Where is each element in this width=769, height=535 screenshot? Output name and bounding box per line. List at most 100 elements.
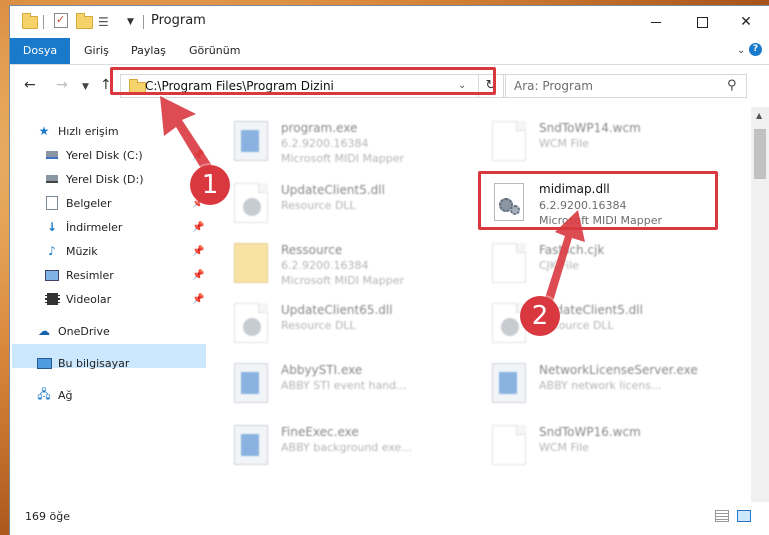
tab-view[interactable]: Görünüm [189, 38, 240, 64]
nav-label: Videolar [66, 292, 112, 306]
file-meta: 6.2.9200.16384 [281, 259, 369, 272]
file-highlight [478, 171, 718, 230]
file-item[interactable]: NetworkLicenseServer.exe ABBY network li… [484, 357, 714, 411]
close-button[interactable]: ✕ [723, 6, 769, 38]
customize-toolbar-icon[interactable]: ▼ [127, 13, 134, 31]
file-name: Fastsch.cjk [539, 243, 605, 257]
nav-label: İndirmeler [66, 220, 123, 234]
nav-downloads[interactable]: ↓ İndirmeler 📌 [44, 216, 204, 238]
file-list: program.exe 6.2.9200.16384 Microsoft MID… [226, 107, 738, 502]
help-icon[interactable]: ? [749, 43, 762, 56]
file-name: Ressource [281, 243, 343, 257]
exe-icon [234, 363, 268, 403]
file-item[interactable]: program.exe 6.2.9200.16384 Microsoft MID… [226, 115, 456, 169]
file-item[interactable]: SndToWP16.wcm WCM File [484, 419, 714, 473]
file-name: FineExec.exe [281, 425, 359, 439]
drive-icon [44, 148, 60, 162]
nav-documents[interactable]: Belgeler 📌 [44, 192, 204, 214]
pin-icon[interactable]: 📌 [192, 294, 204, 305]
folder-icon [22, 12, 38, 31]
divider [43, 15, 44, 29]
nav-onedrive[interactable]: ☁ OneDrive [36, 320, 110, 342]
pin-icon[interactable]: 📌 [192, 222, 204, 233]
music-icon: ♪ [48, 244, 56, 258]
nav-network[interactable]: 🖧 Ağ [36, 384, 72, 406]
dll-icon [234, 303, 268, 343]
documents-icon [44, 196, 60, 210]
search-box[interactable]: Ara: Program ⚲ [503, 74, 747, 98]
expand-ribbon-icon[interactable]: ⌄ [737, 45, 745, 56]
callout-badge-2: 2 [520, 296, 560, 336]
ribbon-tabs: Dosya Giriş Paylaş Görünüm ⌄ ? [10, 38, 769, 65]
file-meta: ABBY background exe... [281, 441, 412, 454]
file-item[interactable]: UpdateClient65.dll Resource DLL [226, 297, 456, 351]
computer-icon [36, 356, 52, 370]
window-title: Program [151, 13, 206, 28]
forward-arrow-icon[interactable]: → [56, 77, 68, 93]
nav-label: Yerel Disk (D:) [66, 172, 144, 186]
file-meta: ABBY STI event hand... [281, 379, 407, 392]
file-item[interactable]: AbbyySTI.exe ABBY STI event hand... [226, 357, 456, 411]
file-item[interactable]: UpdateClient5.dll Resource DLL [226, 177, 456, 231]
nav-drive-d[interactable]: Yerel Disk (D:) [44, 168, 144, 190]
exe-icon [234, 121, 268, 161]
tab-file[interactable]: Dosya [10, 38, 70, 64]
file-name: AbbyySTI.exe [281, 363, 363, 377]
file-meta: ABBY network licens... [539, 379, 662, 392]
item-count: 169 öğe [25, 510, 70, 523]
list-icon[interactable]: ☰ [98, 13, 109, 31]
new-folder-icon[interactable] [76, 12, 93, 31]
nav-label: Yerel Disk (C:) [66, 148, 143, 162]
nav-this-pc[interactable]: Bu bilgisayar [36, 352, 129, 374]
dll-icon [234, 183, 268, 223]
cloud-icon: ☁ [38, 324, 50, 338]
large-icons-view-button[interactable] [737, 510, 751, 522]
nav-drive-c[interactable]: Yerel Disk (C:) 📌 [44, 144, 204, 166]
minimize-button[interactable] [633, 6, 679, 38]
file-name: UpdateClient65.dll [281, 303, 393, 317]
scroll-thumb[interactable] [754, 129, 766, 179]
tab-share[interactable]: Paylaş [131, 38, 166, 64]
drive-icon [44, 172, 60, 186]
back-arrow-icon[interactable]: ← [24, 77, 36, 93]
file-name: NetworkLicenseServer.exe [539, 363, 698, 377]
file-name: UpdateClient5.dll [281, 183, 385, 197]
file-meta: Microsoft MIDI Mapper [281, 274, 404, 287]
vertical-scrollbar[interactable]: ▲ [751, 107, 769, 502]
search-icon[interactable]: ⚲ [727, 78, 737, 93]
pin-icon[interactable]: 📌 [192, 246, 204, 257]
file-item[interactable]: UpdateClient5.dll Resource DLL [484, 297, 714, 351]
tab-home[interactable]: Giriş [84, 38, 109, 64]
nav-music[interactable]: ♪ Müzik 📌 [44, 240, 204, 262]
nav-pictures[interactable]: Resimler 📌 [44, 264, 204, 286]
folder-icon [234, 243, 268, 283]
file-item[interactable]: SndToWP14.wcm WCM File [484, 115, 714, 169]
file-item[interactable]: Fastsch.cjk CJK File [484, 237, 714, 291]
nav-label: OneDrive [58, 324, 110, 338]
title-bar: ☰ ▼ Program ✕ [10, 6, 769, 38]
exe-icon [234, 425, 268, 465]
file-meta: CJK File [539, 259, 580, 272]
document-icon [492, 425, 526, 465]
videos-icon [44, 292, 60, 306]
file-meta: WCM File [539, 441, 589, 454]
details-view-button[interactable] [715, 510, 729, 522]
file-item[interactable]: FineExec.exe ABBY background exe... [226, 419, 456, 473]
navigation-pane: ★ Hızlı erişim Yerel Disk (C:) 📌 Yerel D… [10, 107, 206, 502]
maximize-button[interactable] [679, 6, 725, 38]
callout-badge-1: 1 [190, 165, 230, 205]
nav-videos[interactable]: Videolar 📌 [44, 288, 204, 310]
file-item[interactable]: Ressource 6.2.9200.16384 Microsoft MIDI … [226, 237, 456, 291]
search-placeholder[interactable]: Ara: Program [514, 79, 593, 93]
file-name: SndToWP16.wcm [539, 425, 641, 439]
nav-quick-access[interactable]: ★ Hızlı erişim [36, 120, 119, 142]
file-name: program.exe [281, 121, 358, 135]
document-icon [492, 121, 526, 161]
recent-locations-icon[interactable]: ▼ [82, 82, 89, 92]
exe-icon [492, 363, 526, 403]
scroll-up-icon[interactable]: ▲ [756, 111, 762, 120]
file-meta: WCM File [539, 137, 589, 150]
pin-icon[interactable]: 📌 [192, 150, 204, 161]
pin-icon[interactable]: 📌 [192, 270, 204, 281]
properties-icon[interactable] [54, 13, 68, 28]
